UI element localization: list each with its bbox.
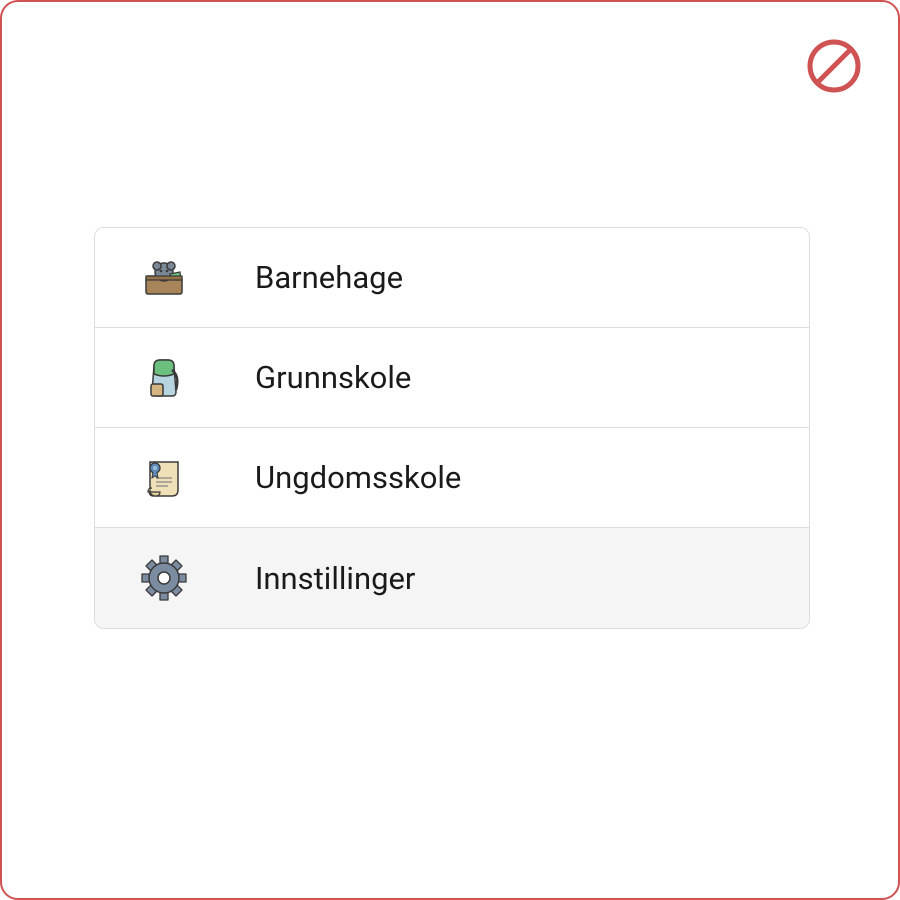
prohibit-icon [806, 38, 862, 94]
menu-item-grunnskole[interactable]: Grunnskole [95, 328, 809, 428]
menu-item-ungdomsskole[interactable]: Ungdomsskole [95, 428, 809, 528]
menu-list: Barnehage Grunnskole [94, 227, 810, 629]
menu-item-label: Innstillinger [255, 560, 415, 597]
gear-icon [135, 549, 193, 607]
toybox-icon [135, 249, 193, 307]
example-frame: Barnehage Grunnskole [0, 0, 900, 900]
certificate-icon [135, 449, 193, 507]
menu-item-innstillinger[interactable]: Innstillinger [95, 528, 809, 628]
menu-item-label: Barnehage [255, 259, 403, 296]
menu-item-barnehage[interactable]: Barnehage [95, 228, 809, 328]
backpack-icon [135, 349, 193, 407]
menu-item-label: Grunnskole [255, 359, 411, 396]
menu-item-label: Ungdomsskole [255, 459, 461, 496]
